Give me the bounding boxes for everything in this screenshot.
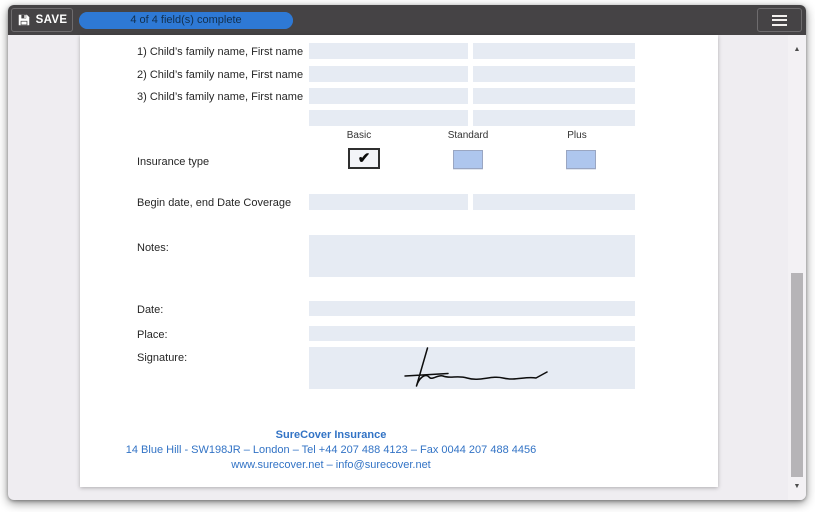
insurance-type-label: Insurance type [137,154,209,170]
child-2-first-name-field[interactable] [473,66,635,82]
child-3-first-name-field[interactable] [473,88,635,104]
checkbox-standard[interactable] [453,150,483,169]
fields-progress-bar: 4 of 4 field(s) complete [79,12,293,29]
end-date-field[interactable] [473,194,635,210]
document-footer: SureCover Insurance 14 Blue Hill - SW198… [80,428,582,473]
column-header-basic: Basic [329,130,389,141]
menu-button[interactable] [757,8,802,32]
save-floppy-icon [17,13,31,27]
begin-date-field[interactable] [309,194,468,210]
checkbox-plus[interactable] [566,150,596,169]
hamburger-icon [772,19,787,21]
column-header-plus: Plus [547,130,607,141]
column-header-standard: Standard [438,130,498,141]
child-1-family-name-field[interactable] [309,43,468,59]
place-field[interactable] [309,326,635,341]
footer-company-name: SureCover Insurance [80,428,582,443]
hamburger-icon [772,24,787,26]
checkbox-basic[interactable]: ✔ [348,148,380,169]
notes-label: Notes: [137,240,169,256]
notes-field[interactable] [309,235,635,277]
child-1-first-name-field[interactable] [473,43,635,59]
child-row-1-label: 1) Child’s family name, First name [137,44,303,60]
child-row-2-label: 2) Child’s family name, First name [137,67,303,83]
child-2-family-name-field[interactable] [309,66,468,82]
child-4-family-name-field[interactable] [309,110,468,126]
child-3-family-name-field[interactable] [309,88,468,104]
scroll-up-icon[interactable]: ▲ [788,41,806,57]
progress-label: 4 of 4 field(s) complete [79,12,293,29]
save-button-label: SAVE [36,14,68,26]
document-page: 1) Child’s family name, First name 2) Ch… [80,35,718,487]
scrollbar-thumb[interactable] [791,273,803,477]
hamburger-icon [772,15,787,17]
app-window: SAVE 4 of 4 field(s) complete 1) Child’s… [8,5,806,500]
vertical-scrollbar[interactable]: ▲ ▼ [788,35,806,500]
place-label: Place: [137,327,168,343]
child-row-3-label: 3) Child’s family name, First name [137,89,303,105]
signature-scribble [400,346,550,392]
toolbar: SAVE 4 of 4 field(s) complete [8,5,806,35]
signature-label: Signature: [137,350,187,366]
footer-web-line: www.surecover.net – info@surecover.net [80,458,582,473]
date-label: Date: [137,302,163,318]
date-field[interactable] [309,301,635,316]
child-4-first-name-field[interactable] [473,110,635,126]
checkmark-icon: ✔ [358,151,371,166]
coverage-dates-label: Begin date, end Date Coverage [137,195,291,211]
save-button[interactable]: SAVE [11,8,73,32]
footer-address-line: 14 Blue Hill - SW198JR – London – Tel +4… [80,443,582,458]
scroll-down-icon[interactable]: ▼ [788,478,806,494]
